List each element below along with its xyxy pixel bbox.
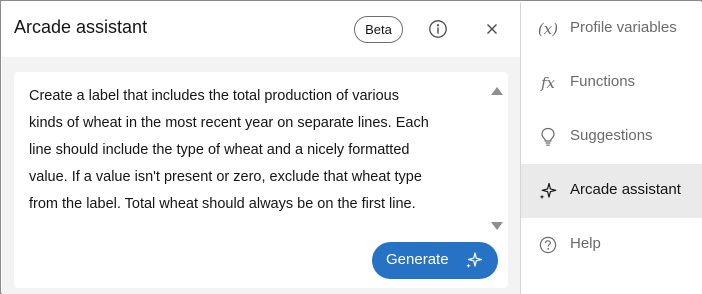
generate-button-label: Generate [386,251,449,268]
generate-button[interactable]: Generate [372,242,498,279]
nav-item-suggestions[interactable]: Suggestions [521,110,702,164]
question-circle-icon [537,234,559,256]
close-icon[interactable] [483,20,501,38]
app-window: Arcade assistant Beta Create a label tha… [0,0,702,294]
arcade-assistant-panel: Arcade assistant Beta Create a label tha… [2,2,520,294]
function-icon: fx [540,74,555,92]
lightbulb-icon [537,126,559,148]
nav-item-functions[interactable]: fx Functions [521,56,702,110]
beta-badge: Beta [354,16,403,43]
variable-icon: (x) [537,20,559,38]
nav-item-arcade-assistant[interactable]: Arcade assistant [521,164,702,218]
sparkle-icon [465,251,483,269]
nav-item-label: Help [570,235,601,252]
info-icon[interactable] [428,19,448,39]
nav-item-label: Suggestions [570,127,653,144]
assistant-header: Arcade assistant Beta [2,2,520,57]
prompt-card: Create a label that includes the total p… [14,72,508,288]
nav-item-help[interactable]: Help [521,218,702,272]
nav-item-label: Profile variables [570,19,677,36]
side-nav: (x) Profile variables fx Functions Sugge… [521,2,702,294]
nav-item-label: Arcade assistant [570,181,681,198]
scroll-up-arrow-icon[interactable] [491,82,503,95]
nav-item-label: Functions [570,73,636,90]
prompt-textarea[interactable]: Create a label that includes the total p… [14,72,508,232]
prompt-text: Create a label that includes the total p… [29,88,429,212]
scroll-down-arrow-icon[interactable] [491,217,503,230]
sparkle-icon [537,180,559,202]
nav-item-profile-variables[interactable]: (x) Profile variables [521,2,702,56]
panel-title: Arcade assistant [14,17,148,37]
